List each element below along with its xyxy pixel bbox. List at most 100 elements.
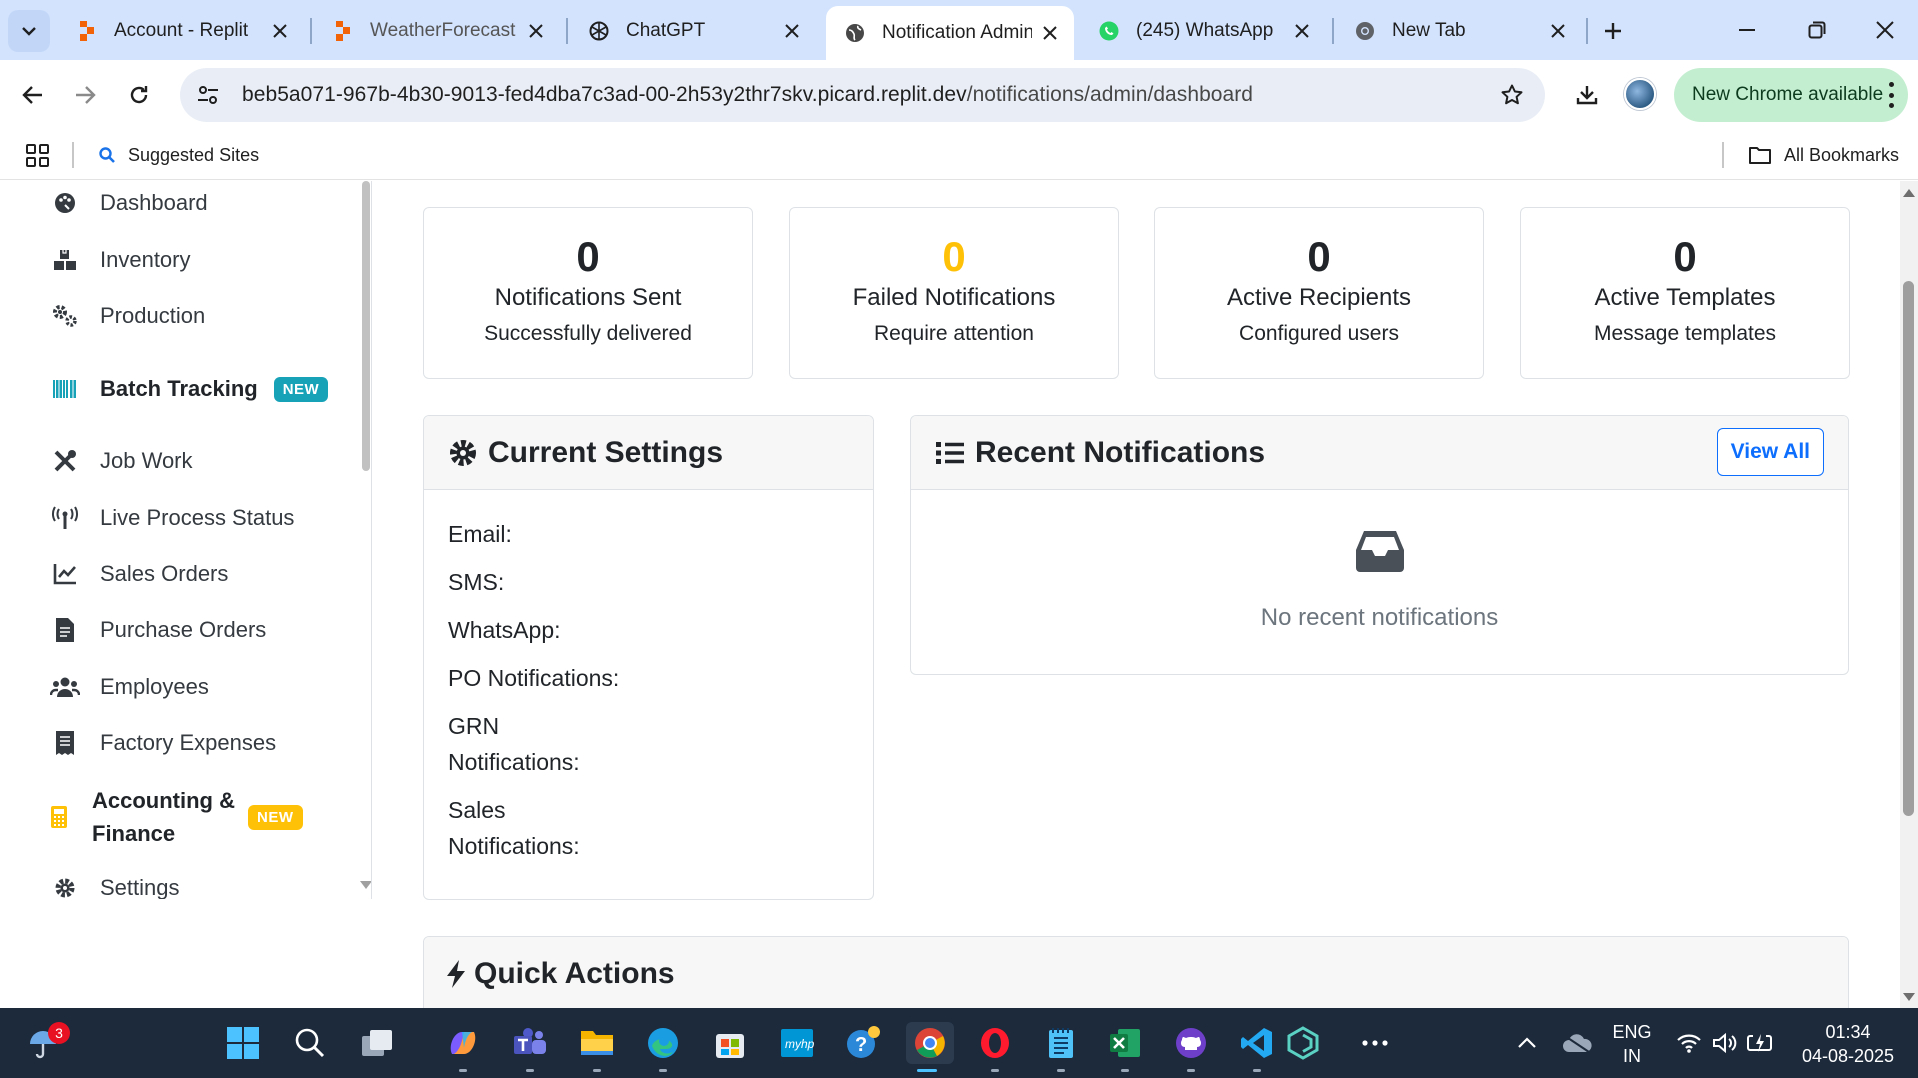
forward-button[interactable] (64, 74, 106, 116)
browser-toolbar: beb5a071-967b-4b30-9013-fed4dba7c3ad-00-… (0, 60, 1918, 130)
users-icon (50, 672, 80, 702)
replit-icon (76, 20, 98, 42)
windows-taskbar: 3 myhp ? ENG IN 01:34 04-08-2025 (0, 1008, 1918, 1078)
notepad-app-icon[interactable] (1040, 1022, 1082, 1072)
show-hidden-icons-button[interactable] (1506, 1022, 1548, 1064)
clock[interactable]: 01:34 04-08-2025 (1790, 1020, 1906, 1068)
myhp-app-icon[interactable]: myhp (776, 1022, 818, 1064)
address-bar[interactable]: beb5a071-967b-4b30-9013-fed4dba7c3ad-00-… (180, 68, 1545, 122)
sidebar-item-sales-orders[interactable]: Sales Orders (50, 554, 228, 594)
start-button[interactable] (222, 1022, 264, 1064)
reload-button[interactable] (118, 74, 160, 116)
close-tab-icon[interactable] (526, 21, 546, 41)
sidebar-item-batch-tracking[interactable]: Batch Tracking NEW (50, 369, 329, 409)
chrome-icon (1354, 20, 1376, 42)
tab-search-button[interactable] (8, 10, 50, 52)
sidebar-item-production[interactable]: Production (50, 296, 205, 336)
scroll-down-icon[interactable] (1903, 993, 1915, 1001)
barcode-icon (50, 374, 80, 404)
edge-app-icon[interactable] (642, 1022, 684, 1072)
sidebar-item-label: Job Work (100, 448, 193, 473)
cursor-app-icon[interactable] (1282, 1022, 1324, 1064)
sidebar-item-live-process-status[interactable]: Live Process Status (50, 498, 294, 538)
gear-icon (50, 873, 80, 899)
file-explorer-app-icon[interactable] (576, 1022, 618, 1072)
sidebar-item-accounting-finance[interactable]: Accounting & Finance NEW (44, 782, 303, 852)
tab-whatsapp[interactable]: (245) WhatsApp (1080, 8, 1326, 54)
notification-count-badge: 3 (48, 1022, 70, 1044)
tab-title: ChatGPT (626, 20, 706, 41)
vscode-app-icon[interactable] (1236, 1022, 1278, 1072)
close-tab-icon[interactable] (782, 21, 802, 41)
search-icon (295, 1028, 325, 1058)
close-tab-icon[interactable] (1548, 21, 1568, 41)
task-view-button[interactable] (356, 1022, 398, 1064)
onedrive-icon[interactable] (1556, 1022, 1598, 1064)
minimize-button[interactable] (1724, 10, 1770, 50)
sidebar-item-label: Dashboard (100, 190, 208, 215)
tab-chatgpt[interactable]: ChatGPT (570, 8, 816, 54)
close-tab-icon[interactable] (270, 21, 290, 41)
current-settings-header: Current Settings (424, 416, 873, 490)
calculator-icon (44, 802, 74, 832)
sidebar-item-employees[interactable]: Employees (50, 667, 209, 707)
new-tab-button[interactable] (1596, 14, 1630, 48)
sidebar-scroll-down-icon[interactable] (360, 881, 371, 889)
recent-notifications-header: Recent Notifications View All (911, 416, 1848, 490)
get-help-app-icon[interactable]: ? (842, 1022, 884, 1064)
sidebar-item-label: Purchase Orders (100, 617, 267, 642)
language-indicator[interactable]: ENG IN (1610, 1020, 1654, 1068)
view-all-button[interactable]: View All (1716, 428, 1824, 476)
search-taskbar-button[interactable] (289, 1022, 331, 1064)
boxes-icon (50, 245, 80, 275)
excel-app-icon[interactable] (1104, 1022, 1146, 1072)
downloads-button[interactable] (1566, 74, 1608, 116)
teams-app-icon[interactable] (509, 1022, 551, 1072)
restore-icon (1808, 21, 1826, 39)
language-code: ENG (1612, 1022, 1652, 1042)
url-text[interactable]: beb5a071-967b-4b30-9013-fed4dba7c3ad-00-… (242, 83, 1253, 107)
restore-button[interactable] (1794, 10, 1840, 50)
tab-new-tab[interactable]: New Tab (1336, 8, 1582, 54)
site-info-icon[interactable] (186, 73, 230, 117)
tab-title: Notification Admin (882, 22, 1032, 43)
bookmark-suggested-sites[interactable]: Suggested Sites (98, 140, 259, 170)
minimize-icon (1739, 29, 1755, 31)
svg-text:myhp: myhp (785, 1037, 815, 1051)
profile-avatar[interactable] (1624, 78, 1656, 110)
scroll-up-icon[interactable] (1903, 189, 1915, 197)
battery-charging-icon[interactable] (1740, 1022, 1782, 1064)
recent-notifications-panel: Recent Notifications View All No recent … (910, 415, 1849, 675)
sidebar-item-factory-expenses[interactable]: Factory Expenses (50, 723, 276, 763)
stat-card-failed-notifications: 0 Failed Notifications Require attention (789, 207, 1119, 379)
all-bookmarks-button[interactable]: All Bookmarks (1748, 140, 1899, 170)
stat-value: 0 (576, 233, 600, 280)
sidebar-item-dashboard[interactable]: Dashboard (50, 183, 208, 223)
tab-notification-admin[interactable]: Notification Admin (826, 6, 1074, 60)
close-tab-icon[interactable] (1292, 21, 1312, 41)
sidebar-item-settings[interactable]: Settings (50, 868, 180, 899)
chrome-app-icon[interactable] (906, 1022, 954, 1072)
sidebar-scrollbar[interactable] (362, 181, 370, 471)
close-window-button[interactable] (1862, 10, 1908, 50)
sidebar-item-purchase-orders[interactable]: Purchase Orders (50, 610, 266, 650)
more-options-icon[interactable] (1888, 82, 1894, 108)
tab-weatherforecast[interactable]: WeatherForecast - (314, 8, 560, 54)
opera-app-icon[interactable] (974, 1022, 1016, 1072)
sidebar-item-label: Inventory (100, 247, 191, 272)
bookmark-star-button[interactable] (1493, 76, 1531, 114)
sidebar-item-inventory[interactable]: Inventory (50, 240, 191, 280)
apps-grid-icon[interactable] (24, 142, 52, 170)
github-desktop-app-icon[interactable] (1170, 1022, 1212, 1072)
microsoft-store-app-icon[interactable] (709, 1022, 751, 1064)
bookmark-divider (1722, 142, 1724, 168)
sidebar-item-job-work[interactable]: Job Work (50, 441, 193, 481)
close-tab-icon[interactable] (1040, 23, 1060, 43)
new-chrome-available-button[interactable]: New Chrome available (1674, 68, 1908, 122)
stat-subtitle: Message templates (1593, 322, 1777, 346)
page-scrollbar-thumb[interactable] (1903, 281, 1914, 816)
tab-account-replit[interactable]: Account - Replit (58, 8, 304, 54)
back-button[interactable] (12, 74, 54, 116)
copilot-app-icon[interactable] (442, 1022, 484, 1072)
more-apps-icon[interactable] (1354, 1022, 1396, 1064)
